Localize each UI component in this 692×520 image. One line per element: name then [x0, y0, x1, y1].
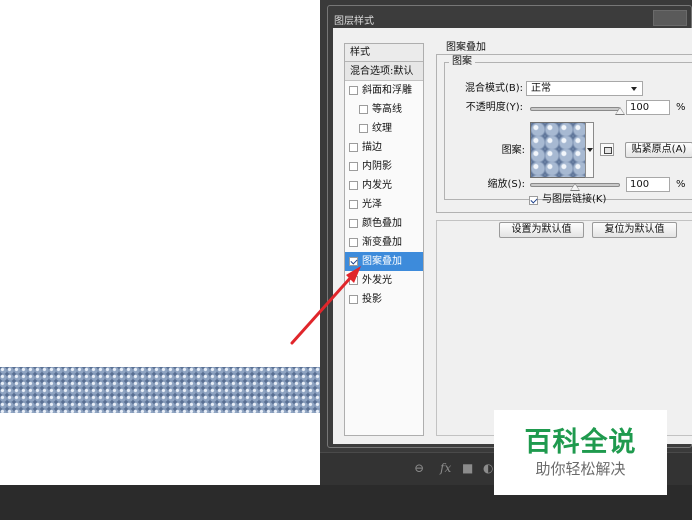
watermark-title: 百科全说 [524, 427, 637, 458]
watermark-subtitle: 助你轻松解决 [535, 460, 626, 478]
arrow-shaft [290, 274, 354, 345]
watermark: 百科全说 助你轻松解决 [494, 410, 667, 495]
